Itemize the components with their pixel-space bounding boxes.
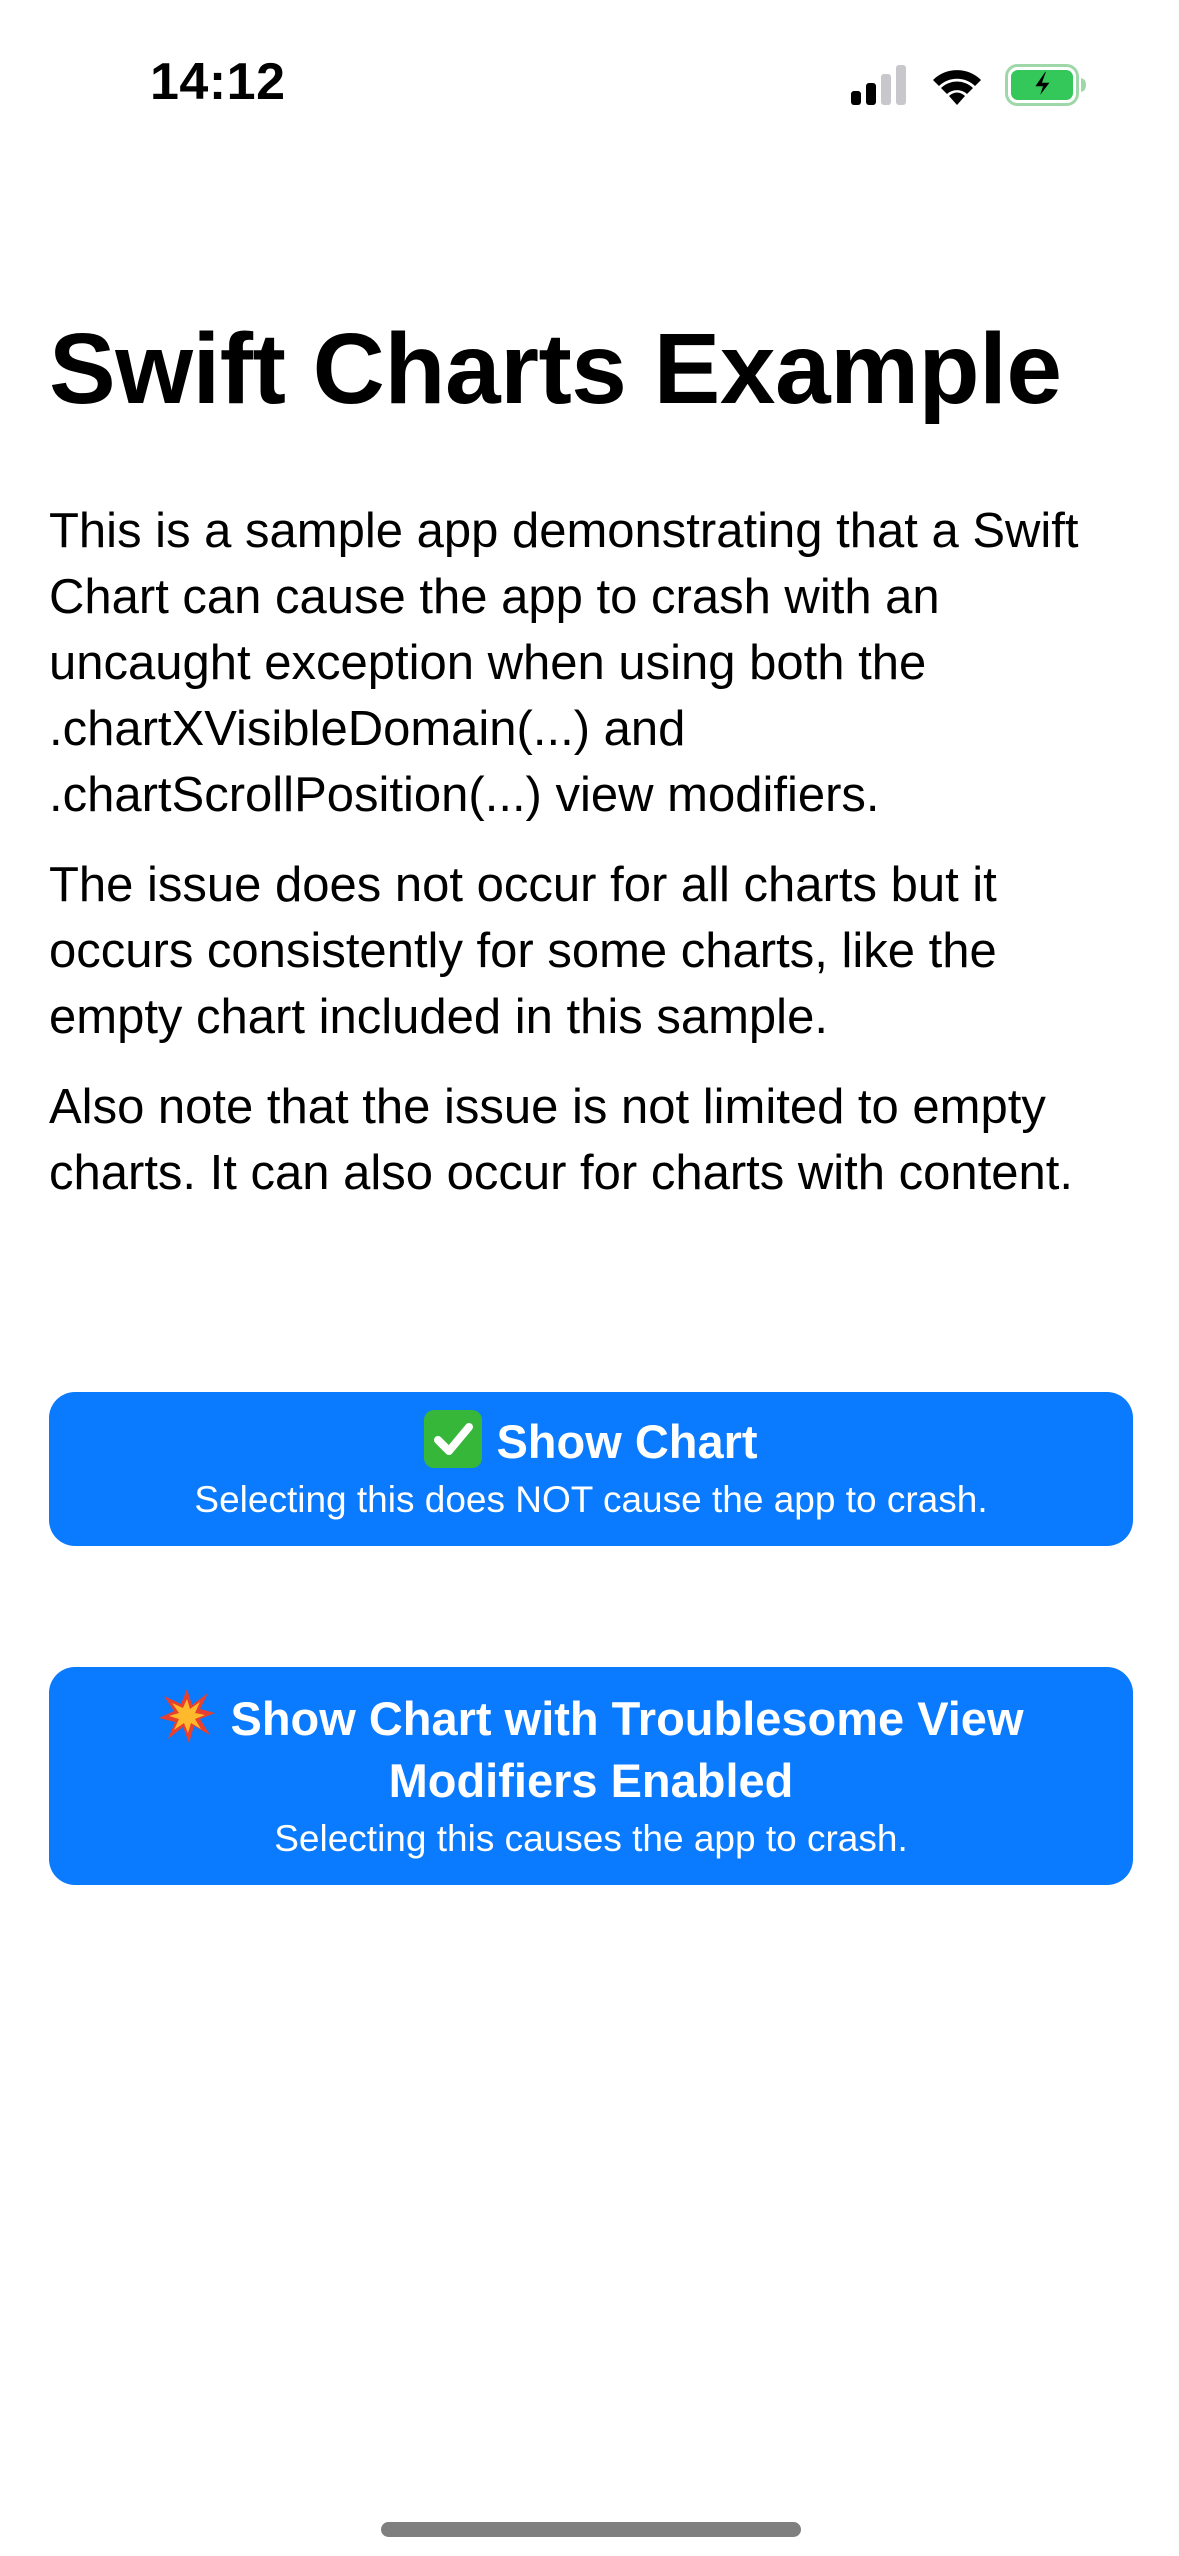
home-indicator[interactable] [381, 2522, 801, 2537]
description-paragraph: Also note that the issue is not limited … [49, 1080, 1073, 1200]
description-paragraph: This is a sample app demonstrating that … [49, 504, 1079, 822]
check-mark-emoji-icon [424, 1410, 483, 1468]
status-icons [851, 64, 1087, 106]
show-chart-button[interactable]: Show Chart Selecting this does NOT cause… [49, 1392, 1133, 1546]
cellular-signal-icon [851, 65, 906, 105]
status-time: 14:12 [150, 53, 286, 111]
troublesome-title: Show Chart with Troublesome View Modifie… [49, 1687, 1133, 1812]
description: This is a sample app demonstrating that … [49, 498, 1139, 1230]
troublesome-subtitle: Selecting this causes the app to crash. [274, 1818, 908, 1859]
battery-charging-icon [1005, 64, 1086, 106]
troublesome-label: Show Chart with Troublesome View Modifie… [230, 1692, 1024, 1807]
wifi-icon [933, 70, 981, 105]
page-title: Swift Charts Example [49, 313, 1062, 425]
description-paragraph: The issue does not occur for all charts … [49, 858, 997, 1044]
collision-emoji-icon [159, 1689, 216, 1743]
status-bar: 14:12 [0, 0, 1179, 160]
show-chart-subtitle: Selecting this does NOT cause the app to… [194, 1479, 988, 1520]
show-chart-title: Show Chart [49, 1410, 1133, 1473]
show-chart-label: Show Chart [496, 1415, 758, 1468]
show-chart-troublesome-button[interactable]: Show Chart with Troublesome View Modifie… [49, 1667, 1133, 1885]
